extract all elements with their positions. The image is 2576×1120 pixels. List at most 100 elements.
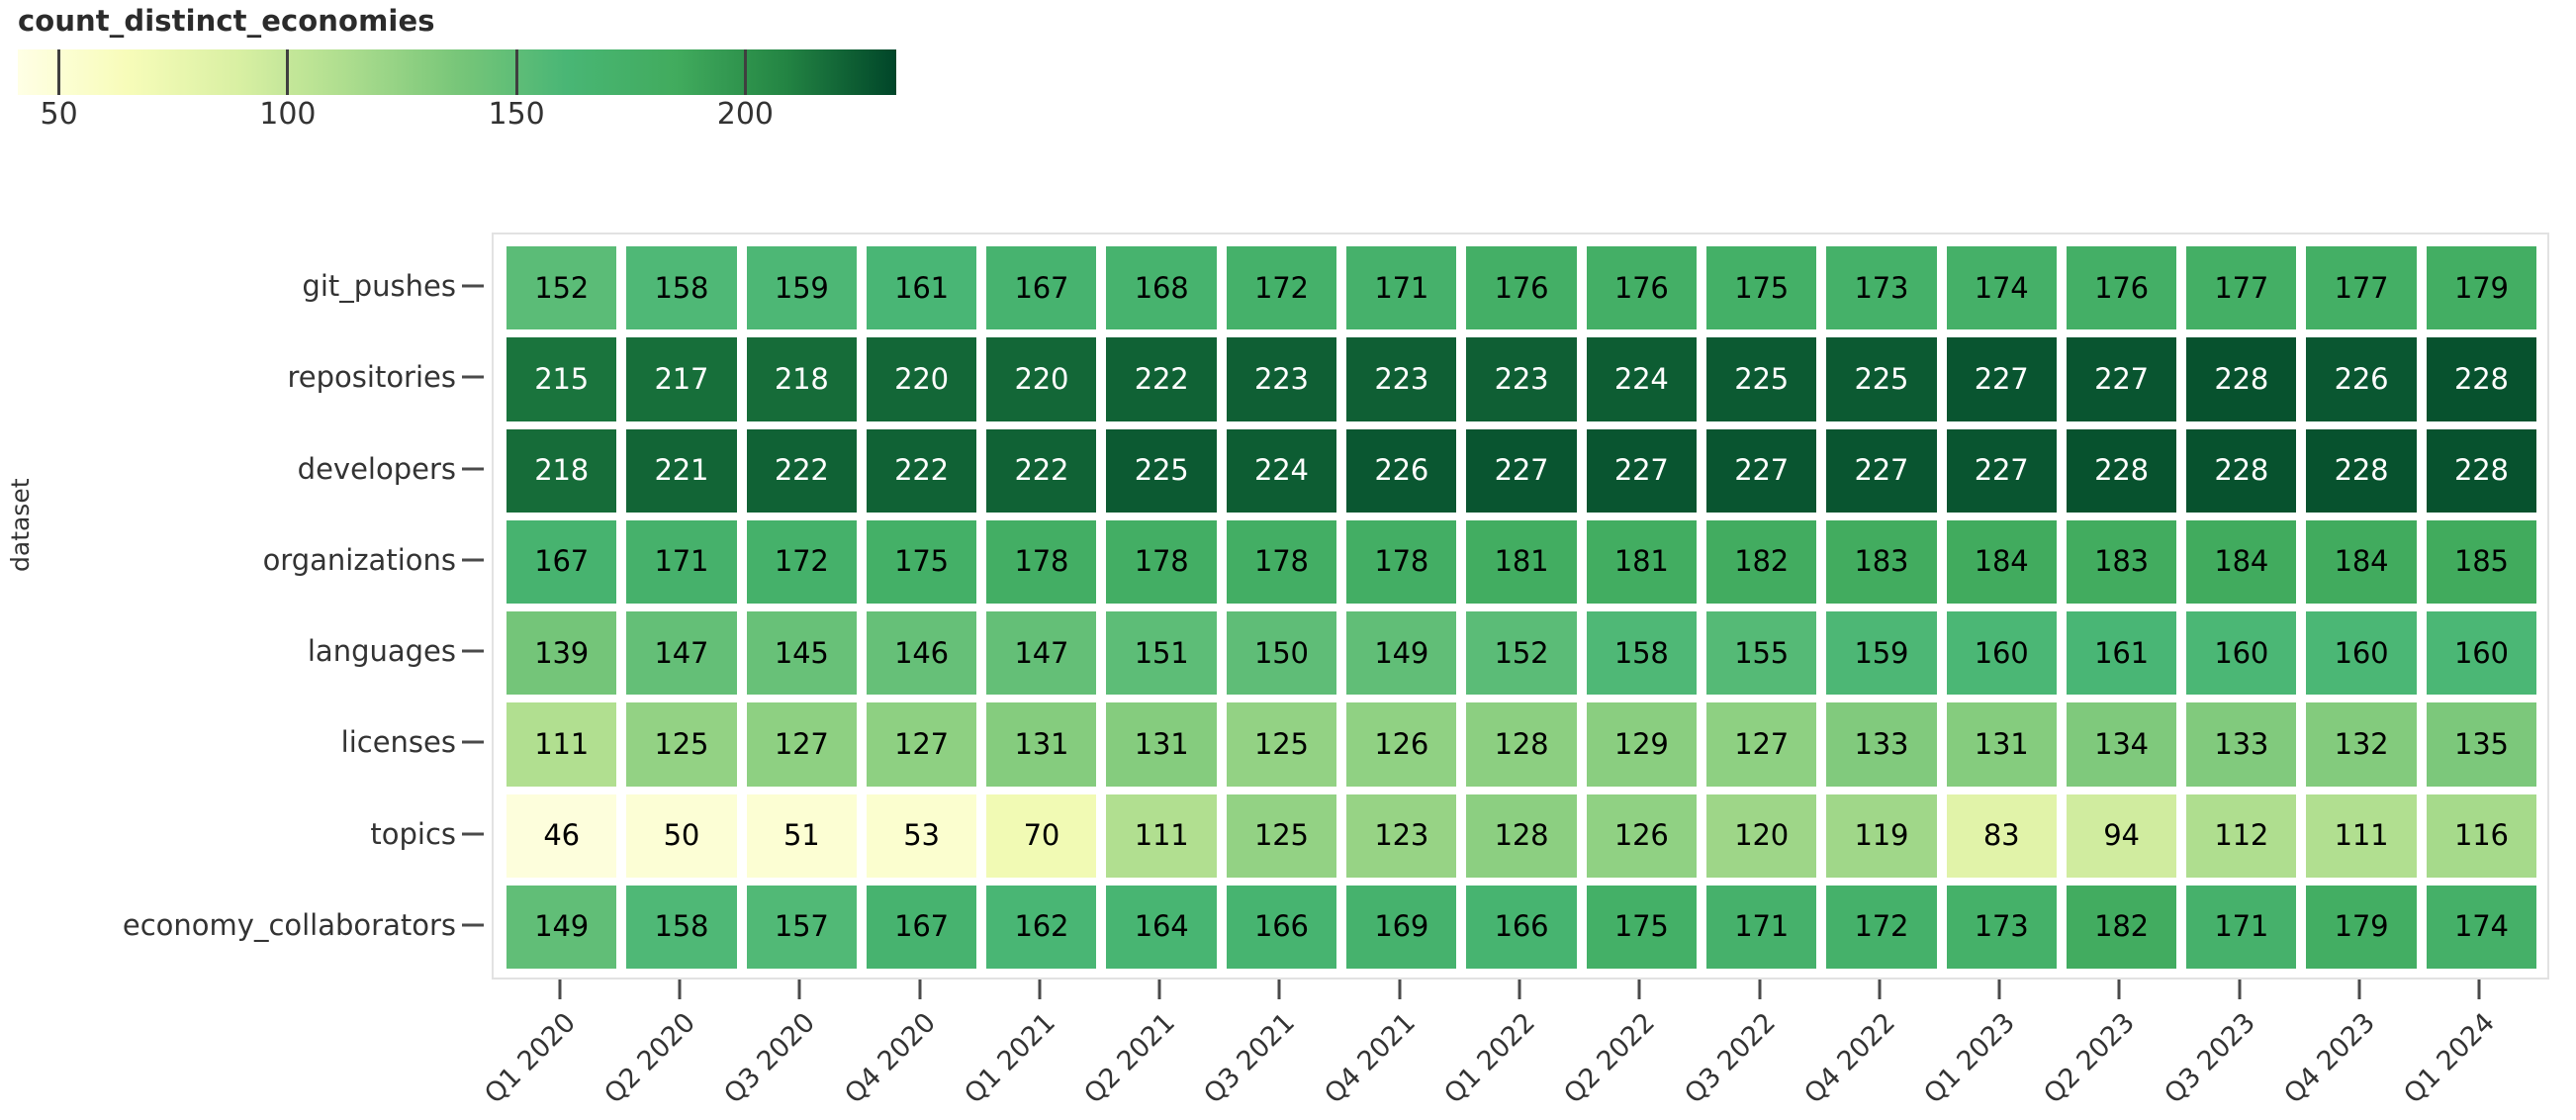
- heatmap-cell[interactable]: 160: [1942, 607, 2062, 699]
- heatmap-cell[interactable]: 228: [2301, 425, 2421, 516]
- heatmap-cell[interactable]: 161: [2062, 607, 2181, 699]
- heatmap-cell[interactable]: 178: [1341, 516, 1461, 607]
- heatmap-cell[interactable]: 224: [1582, 333, 1702, 424]
- heatmap-cell[interactable]: 161: [862, 242, 981, 333]
- heatmap-cell[interactable]: 226: [2301, 333, 2421, 424]
- heatmap-cell[interactable]: 228: [2181, 333, 2301, 424]
- heatmap-cell[interactable]: 160: [2301, 607, 2421, 699]
- heatmap-cell[interactable]: 158: [621, 242, 741, 333]
- heatmap-cell[interactable]: 149: [502, 882, 621, 973]
- heatmap-cell[interactable]: 51: [742, 791, 862, 882]
- heatmap-cell[interactable]: 179: [2301, 882, 2421, 973]
- heatmap-cell[interactable]: 226: [1341, 425, 1461, 516]
- heatmap-cell[interactable]: 173: [1821, 242, 1941, 333]
- heatmap-cell[interactable]: 128: [1461, 699, 1581, 790]
- heatmap-cell[interactable]: 131: [981, 699, 1101, 790]
- heatmap-cell[interactable]: 151: [1101, 607, 1221, 699]
- heatmap-cell[interactable]: 215: [502, 333, 621, 424]
- heatmap-cell[interactable]: 166: [1222, 882, 1341, 973]
- heatmap-cell[interactable]: 125: [1222, 791, 1341, 882]
- heatmap-cell[interactable]: 225: [1702, 333, 1821, 424]
- heatmap-cell[interactable]: 220: [981, 333, 1101, 424]
- heatmap-cell[interactable]: 155: [1702, 607, 1821, 699]
- heatmap-cell[interactable]: 134: [2062, 699, 2181, 790]
- heatmap-cell[interactable]: 167: [981, 242, 1101, 333]
- heatmap-cell[interactable]: 223: [1341, 333, 1461, 424]
- heatmap-cell[interactable]: 169: [1341, 882, 1461, 973]
- heatmap-cell[interactable]: 172: [742, 516, 862, 607]
- heatmap-cell[interactable]: 223: [1461, 333, 1581, 424]
- heatmap-cell[interactable]: 126: [1582, 791, 1702, 882]
- heatmap-cell[interactable]: 218: [742, 333, 862, 424]
- heatmap-cell[interactable]: 227: [1942, 425, 2062, 516]
- heatmap-cell[interactable]: 123: [1341, 791, 1461, 882]
- heatmap-cell[interactable]: 53: [862, 791, 981, 882]
- heatmap-cell[interactable]: 171: [1341, 242, 1461, 333]
- heatmap-cell[interactable]: 227: [1702, 425, 1821, 516]
- heatmap-cell[interactable]: 218: [502, 425, 621, 516]
- heatmap-cell[interactable]: 131: [1101, 699, 1221, 790]
- heatmap-cell[interactable]: 175: [862, 516, 981, 607]
- heatmap-cell[interactable]: 50: [621, 791, 741, 882]
- heatmap-cell[interactable]: 175: [1702, 242, 1821, 333]
- heatmap-cell[interactable]: 178: [1222, 516, 1341, 607]
- heatmap-cell[interactable]: 119: [1821, 791, 1941, 882]
- heatmap-cell[interactable]: 159: [742, 242, 862, 333]
- heatmap-cell[interactable]: 171: [1702, 882, 1821, 973]
- heatmap-cell[interactable]: 227: [1942, 333, 2062, 424]
- heatmap-cell[interactable]: 172: [1222, 242, 1341, 333]
- heatmap-cell[interactable]: 222: [981, 425, 1101, 516]
- heatmap-cell[interactable]: 182: [1702, 516, 1821, 607]
- heatmap-cell[interactable]: 133: [2181, 699, 2301, 790]
- heatmap-cell[interactable]: 162: [981, 882, 1101, 973]
- heatmap-cell[interactable]: 147: [981, 607, 1101, 699]
- heatmap-cell[interactable]: 174: [2422, 882, 2541, 973]
- heatmap-cell[interactable]: 160: [2181, 607, 2301, 699]
- heatmap-cell[interactable]: 111: [502, 699, 621, 790]
- heatmap-cell[interactable]: 183: [2062, 516, 2181, 607]
- heatmap-cell[interactable]: 222: [1101, 333, 1221, 424]
- heatmap-cell[interactable]: 184: [1942, 516, 2062, 607]
- heatmap-cell[interactable]: 149: [1341, 607, 1461, 699]
- heatmap-cell[interactable]: 223: [1222, 333, 1341, 424]
- heatmap-cell[interactable]: 176: [1461, 242, 1581, 333]
- heatmap-cell[interactable]: 171: [2181, 882, 2301, 973]
- heatmap-cell[interactable]: 228: [2422, 425, 2541, 516]
- heatmap-cell[interactable]: 167: [502, 516, 621, 607]
- heatmap-cell[interactable]: 227: [2062, 333, 2181, 424]
- heatmap-cell[interactable]: 177: [2301, 242, 2421, 333]
- heatmap-cell[interactable]: 164: [1101, 882, 1221, 973]
- heatmap-cell[interactable]: 181: [1461, 516, 1581, 607]
- heatmap-cell[interactable]: 129: [1582, 699, 1702, 790]
- heatmap-cell[interactable]: 181: [1582, 516, 1702, 607]
- heatmap-cell[interactable]: 94: [2062, 791, 2181, 882]
- heatmap-cell[interactable]: 227: [1821, 425, 1941, 516]
- heatmap-cell[interactable]: 83: [1942, 791, 2062, 882]
- heatmap-cell[interactable]: 178: [981, 516, 1101, 607]
- heatmap-cell[interactable]: 227: [1461, 425, 1581, 516]
- heatmap-cell[interactable]: 166: [1461, 882, 1581, 973]
- heatmap-cell[interactable]: 182: [2062, 882, 2181, 973]
- heatmap-cell[interactable]: 224: [1222, 425, 1341, 516]
- heatmap-cell[interactable]: 132: [2301, 699, 2421, 790]
- heatmap-cell[interactable]: 176: [2062, 242, 2181, 333]
- heatmap-cell[interactable]: 125: [1222, 699, 1341, 790]
- heatmap-cell[interactable]: 225: [1101, 425, 1221, 516]
- heatmap-cell[interactable]: 167: [862, 882, 981, 973]
- heatmap-cell[interactable]: 111: [1101, 791, 1221, 882]
- heatmap-cell[interactable]: 221: [621, 425, 741, 516]
- heatmap-cell[interactable]: 220: [862, 333, 981, 424]
- heatmap-cell[interactable]: 177: [2181, 242, 2301, 333]
- heatmap-cell[interactable]: 185: [2422, 516, 2541, 607]
- heatmap-cell[interactable]: 176: [1582, 242, 1702, 333]
- heatmap-cell[interactable]: 174: [1942, 242, 2062, 333]
- heatmap-cell[interactable]: 146: [862, 607, 981, 699]
- heatmap-cell[interactable]: 150: [1222, 607, 1341, 699]
- heatmap-cell[interactable]: 46: [502, 791, 621, 882]
- heatmap-cell[interactable]: 112: [2181, 791, 2301, 882]
- heatmap-cell[interactable]: 184: [2301, 516, 2421, 607]
- heatmap-cell[interactable]: 120: [1702, 791, 1821, 882]
- heatmap-cell[interactable]: 145: [742, 607, 862, 699]
- heatmap-cell[interactable]: 127: [1702, 699, 1821, 790]
- heatmap-cell[interactable]: 217: [621, 333, 741, 424]
